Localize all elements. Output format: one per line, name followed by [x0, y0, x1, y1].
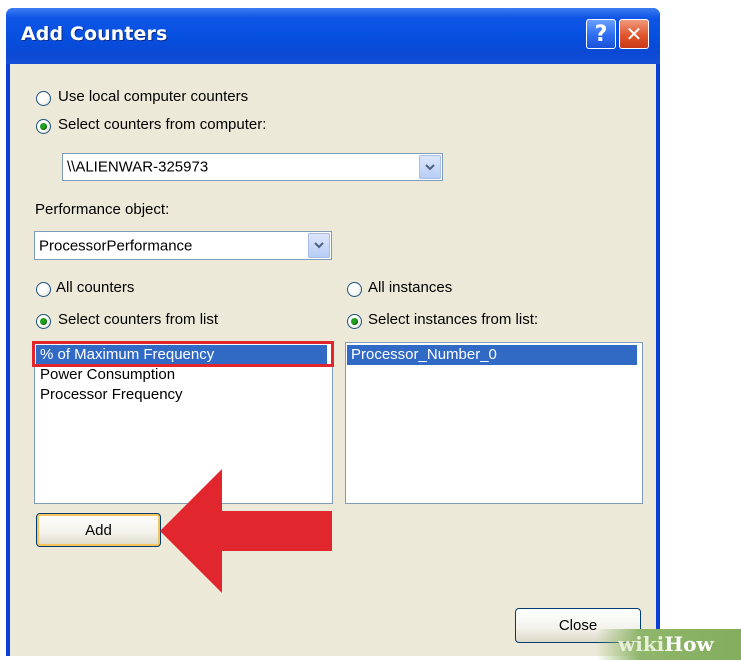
close-window-button[interactable]: ✕ [619, 19, 649, 49]
add-button[interactable]: Add [36, 513, 161, 547]
instance-item-processor-0[interactable]: Processor_Number_0 [347, 345, 637, 365]
local-computer-label: Use local computer counters [58, 88, 249, 105]
select-instances-radio[interactable] [347, 314, 362, 329]
computer-value: \\ALIENWAR-325973 [67, 158, 209, 176]
red-arrow-annotation [160, 469, 332, 593]
help-button[interactable]: ? [586, 19, 616, 49]
counter-item-processor-frequency[interactable]: Processor Frequency [36, 385, 183, 405]
dialog-title: Add Counters [21, 23, 168, 45]
highlight-box [32, 341, 334, 367]
all-instances-label: All instances [368, 279, 453, 296]
wikihow-watermark: wikiHow [596, 629, 741, 660]
screenshot-stage: Add Counters ? ✕ Use local computer coun… [0, 0, 741, 660]
all-counters-radio[interactable] [36, 282, 51, 297]
select-counters-label: Select counters from list [58, 311, 219, 328]
performance-object-label: Performance object: [35, 201, 170, 218]
computer-dropdown[interactable]: \\ALIENWAR-325973 [62, 153, 443, 181]
close-icon: ✕ [625, 22, 643, 46]
dialog-body: Use local computer counters Select count… [10, 64, 656, 656]
counter-item-power-consumption[interactable]: Power Consumption [36, 365, 175, 385]
watermark-part-1: wiki [618, 632, 665, 656]
title-bar[interactable]: Add Counters ? ✕ [6, 8, 660, 64]
all-counters-label: All counters [56, 279, 135, 296]
performance-object-value: ProcessorPerformance [39, 237, 193, 254]
select-counters-radio[interactable] [36, 314, 51, 329]
instances-listbox[interactable]: Processor_Number_0 [345, 342, 643, 504]
watermark-part-2: How [664, 632, 714, 656]
all-instances-radio[interactable] [347, 282, 362, 297]
add-button-label: Add [85, 521, 112, 539]
help-icon: ? [594, 21, 608, 47]
chevron-down-icon[interactable] [308, 233, 330, 258]
performance-object-dropdown[interactable]: ProcessorPerformance [34, 231, 332, 260]
select-instances-label: Select instances from list: [368, 311, 539, 328]
local-computer-radio[interactable] [36, 91, 51, 106]
watermark-text: wikiHow [618, 632, 714, 656]
chevron-down-icon[interactable] [419, 155, 441, 179]
close-button-label: Close [558, 617, 598, 634]
add-counters-dialog: Add Counters ? ✕ Use local computer coun… [6, 8, 660, 656]
select-computer-radio[interactable] [36, 119, 51, 134]
select-computer-label: Select counters from computer: [58, 116, 267, 133]
